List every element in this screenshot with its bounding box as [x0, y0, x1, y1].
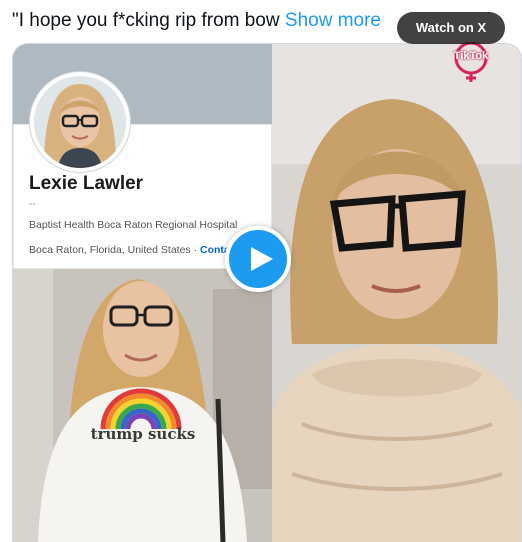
- avatar-photo: [34, 76, 126, 168]
- profile-location: Boca Raton, Florida, United States: [29, 244, 191, 256]
- video-still[interactable]: [272, 44, 521, 542]
- tiktok-logo-icon: TikTok: [445, 41, 497, 82]
- media-container[interactable]: Lexie Lawler -- Baptist Health Boca Rato…: [12, 43, 522, 542]
- tiktok-watermark: TikTok: [453, 50, 489, 62]
- profile-name: Lexie Lawler: [29, 173, 144, 194]
- profile-workplace: Baptist Health Boca Raton Regional Hospi…: [29, 219, 238, 231]
- avatar: [29, 71, 131, 173]
- woman-photo: trump sucks: [13, 269, 272, 542]
- separator-dot: ·: [190, 244, 201, 256]
- watch-on-x-button[interactable]: Watch on X: [397, 12, 505, 44]
- profile-headline: --: [29, 199, 36, 210]
- shirt-print: trump sucks: [90, 425, 196, 443]
- tweet-body: "I hope you f*cking rip from bow: [12, 10, 280, 31]
- play-button[interactable]: [225, 226, 291, 292]
- left-image-panel: Lexie Lawler -- Baptist Health Boca Rato…: [13, 44, 272, 542]
- play-icon: [251, 247, 273, 271]
- show-more-link[interactable]: Show more: [285, 10, 381, 31]
